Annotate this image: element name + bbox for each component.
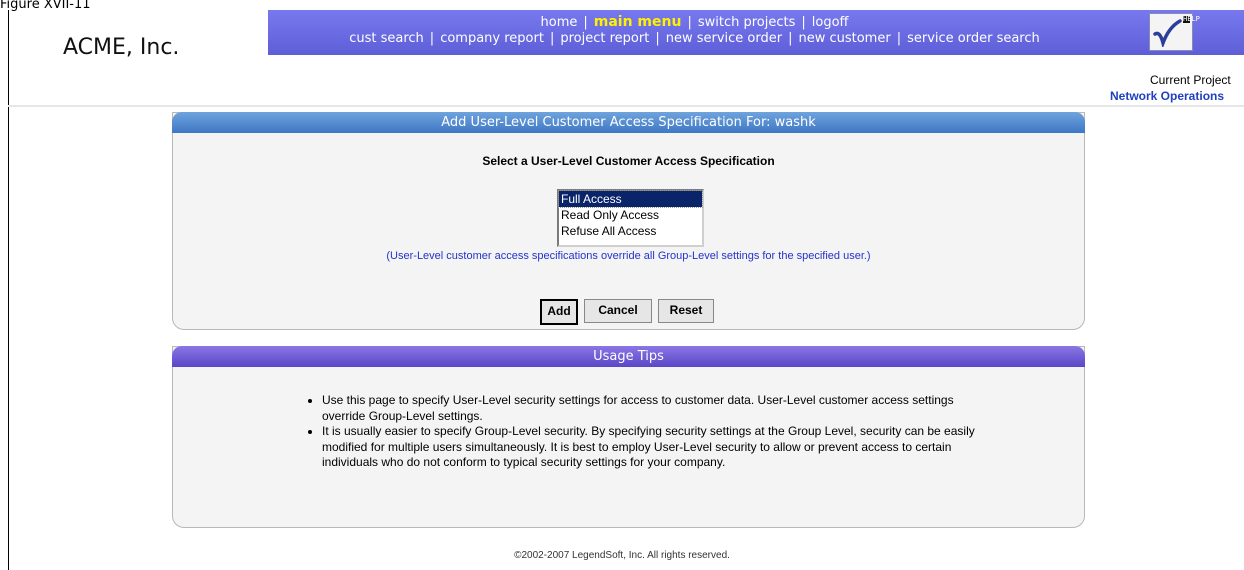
top-navigation: home | main menu | switch projects | logoff cu…	[268, 10, 1121, 55]
access-spec-panel: Add User-Level Customer Access Specifica…	[172, 112, 1085, 330]
tip-item: It is usually easier to specify Group-Le…	[322, 424, 982, 471]
usage-tips-header: Usage Tips	[172, 346, 1085, 367]
company-logo: ACME, Inc.	[63, 35, 180, 60]
nav-separator: |	[655, 31, 660, 46]
current-project-name[interactable]: Network Operations	[1110, 89, 1224, 103]
tip-item: Use this page to specify User-Level secu…	[322, 393, 982, 424]
figure-caption: Figure XVII-11	[0, 0, 91, 12]
option-full-access[interactable]: Full Access	[558, 190, 703, 208]
nav-separator: |	[788, 31, 793, 46]
option-refuse-all-access[interactable]: Refuse All Access	[559, 223, 702, 239]
nav-separator: |	[583, 15, 588, 30]
nav-separator: |	[549, 31, 555, 46]
nav-new-customer-link[interactable]: new customer	[798, 31, 890, 46]
nav-separator: |	[896, 31, 902, 46]
nav-home-link[interactable]: home	[541, 15, 578, 30]
access-spec-title: Select a User-Level Customer Access Spec…	[482, 154, 775, 168]
nav-separator: |	[429, 31, 435, 46]
access-spec-listbox[interactable]: Full Access Read Only Access Refuse All …	[557, 189, 704, 247]
nav-switch-projects-link[interactable]: switch projects	[698, 15, 796, 30]
header-divider	[8, 105, 1244, 107]
nav-separator: |	[687, 15, 692, 30]
override-note: (User-Level customer access specificatio…	[386, 250, 871, 262]
access-spec-panel-header: Add User-Level Customer Access Specifica…	[172, 112, 1085, 133]
nav-row-secondary: cust search | company report | project repor…	[268, 31, 1121, 46]
nav-separator: |	[801, 15, 806, 30]
page-border	[8, 10, 9, 570]
nav-company-report-link[interactable]: company report	[440, 31, 544, 46]
usage-tips-panel: Usage Tips Use this page to specify User…	[172, 346, 1085, 528]
copyright-footer: ©2002-2007 LegendSoft, Inc. All rights r…	[514, 550, 730, 561]
nav-cust-search-link[interactable]: cust search	[349, 31, 424, 46]
help-icon[interactable]: HELP	[1149, 13, 1200, 51]
option-read-only-access[interactable]: Read Only Access	[559, 207, 702, 223]
usage-tips-list: Use this page to specify User-Level secu…	[304, 393, 982, 471]
nav-main-menu-link[interactable]: main menu	[594, 14, 682, 30]
checkmark-icon	[1153, 19, 1182, 47]
current-project-label: Current Project	[1150, 73, 1231, 87]
nav-service-order-search-link[interactable]: service order search	[907, 31, 1040, 46]
help-label: HELP	[1183, 15, 1200, 23]
nav-project-report-link[interactable]: project report	[560, 31, 649, 46]
reset-button[interactable]: Reset	[658, 299, 714, 323]
nav-logoff-link[interactable]: logoff	[812, 15, 849, 30]
add-button[interactable]: Add	[540, 299, 578, 325]
nav-new-service-order-link[interactable]: new service order	[666, 31, 782, 46]
cancel-button[interactable]: Cancel	[584, 299, 652, 323]
nav-row-primary: home | main menu | switch projects | logoff	[268, 14, 1121, 30]
